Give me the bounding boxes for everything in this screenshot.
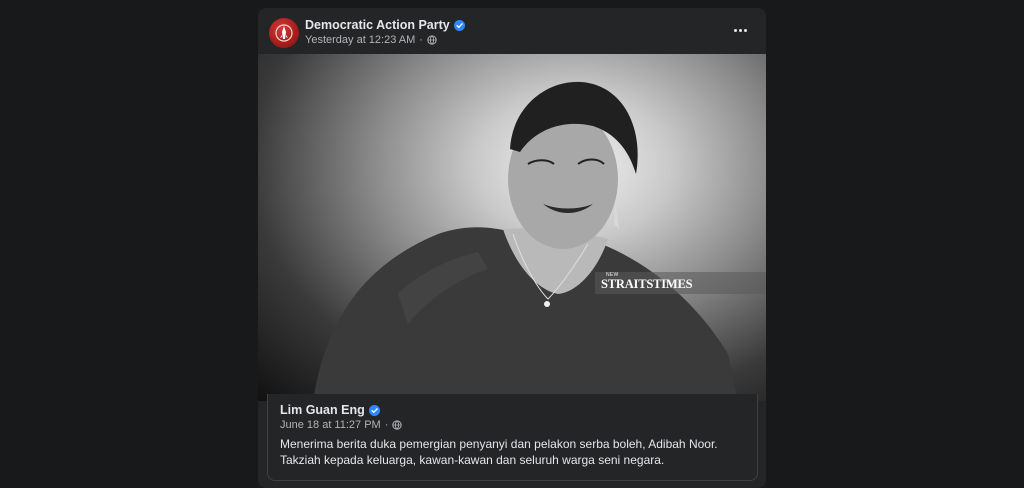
globe-icon[interactable] [392, 420, 403, 430]
globe-icon[interactable] [427, 35, 437, 45]
watermark-straits-times: STRAITSTIMES [601, 277, 693, 291]
shared-author-name[interactable]: Lim Guan Eng [280, 403, 365, 417]
more-options-icon [733, 28, 737, 32]
post-photo[interactable]: NEW STRAITSTIMES [258, 54, 766, 401]
newspaper-watermark: NEW STRAITSTIMES [595, 272, 766, 294]
post-card: Democratic Action Party Yesterday at 12:… [258, 8, 766, 488]
shared-post-text: Menerima berita duka pemergian penyanyi … [280, 437, 718, 467]
post-header: Democratic Action Party Yesterday at 12:… [258, 8, 766, 54]
shared-post-timestamp[interactable]: June 18 at 11:27 PM [280, 419, 381, 431]
verified-badge-icon [368, 404, 380, 416]
verified-badge-icon [453, 19, 465, 31]
page-avatar[interactable] [269, 18, 299, 48]
more-options-button[interactable] [730, 22, 750, 38]
page-name[interactable]: Democratic Action Party [305, 18, 450, 32]
rocket-logo-icon [275, 24, 293, 42]
portrait-image [313, 81, 738, 401]
shared-author-link[interactable]: Lim Guan Eng [280, 403, 380, 417]
page-name-link[interactable]: Democratic Action Party [305, 18, 465, 32]
shared-post-attachment[interactable]: Lim Guan Eng June 18 at 11:27 PM · Mener… [267, 394, 758, 481]
post-timestamp[interactable]: Yesterday at 12:23 AM [305, 34, 415, 46]
post-meta: Yesterday at 12:23 AM · [305, 34, 437, 46]
shared-post-meta: June 18 at 11:27 PM · [280, 419, 403, 431]
